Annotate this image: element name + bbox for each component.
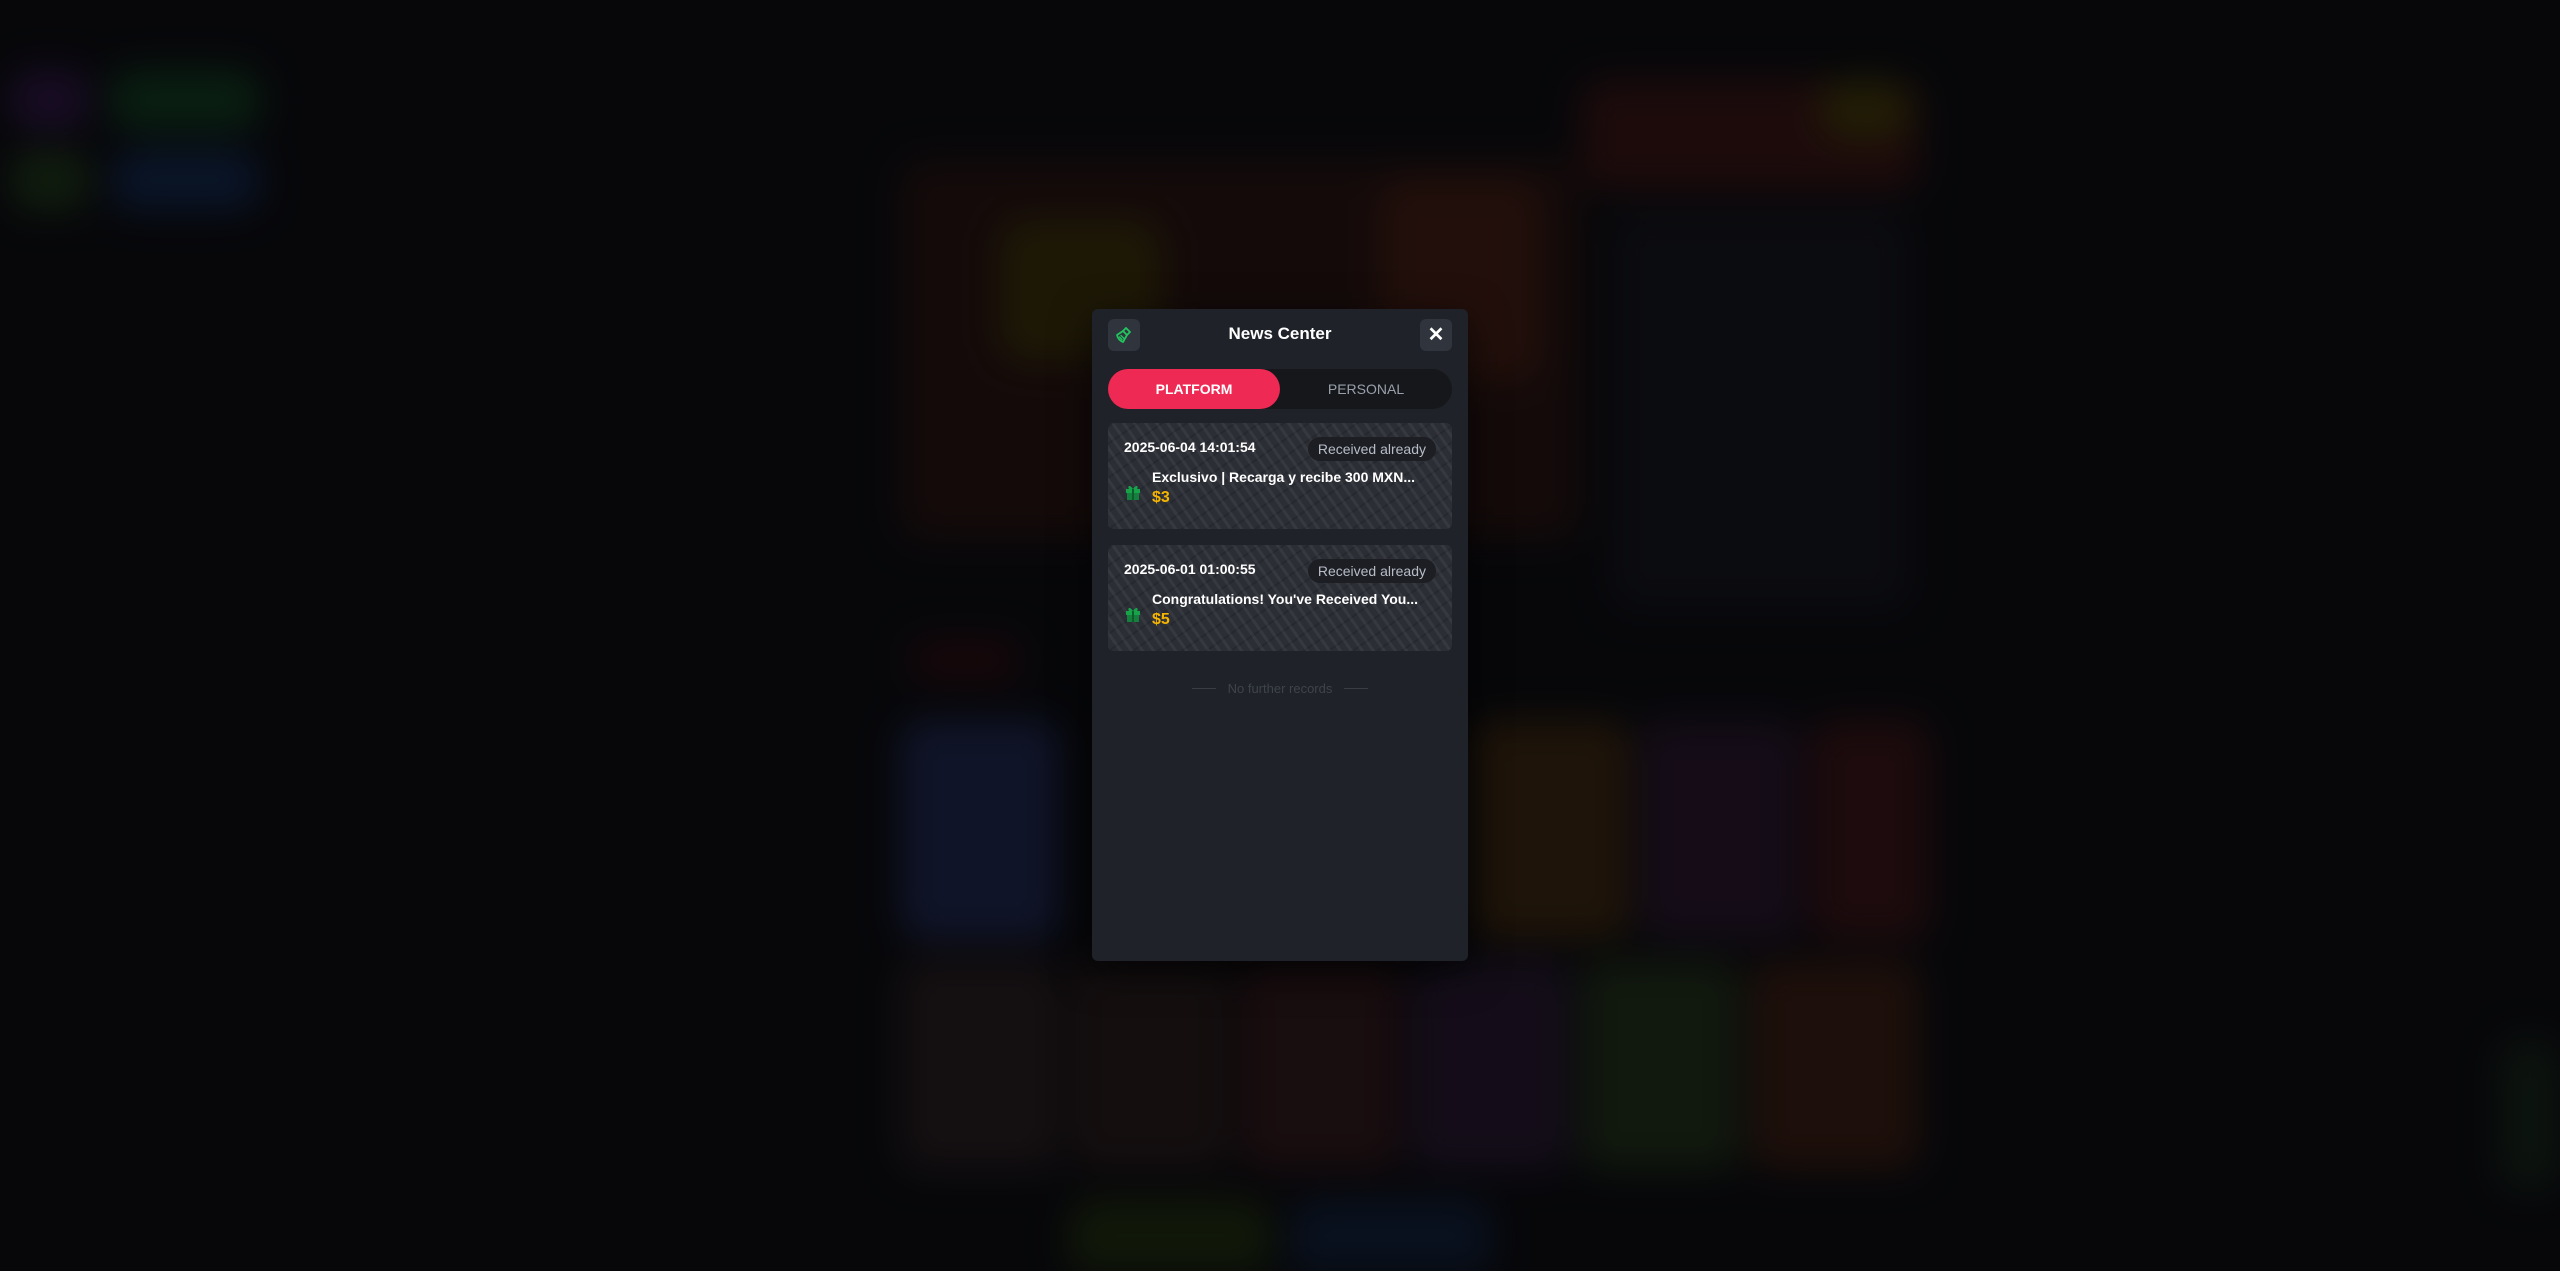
gift-icon [1126,607,1140,622]
close-button[interactable]: ✕ [1420,319,1452,351]
tab-personal[interactable]: PERSONAL [1280,369,1452,409]
news-tabs: PLATFORM PERSONAL [1108,369,1452,409]
message-title: Exclusivo | Recarga y recibe 300 MXN... [1152,469,1416,485]
message-amount: $3 [1152,489,1170,506]
news-center-modal: News Center ✕ PLATFORM PERSONAL 2025-06-… [1092,309,1468,961]
end-of-list-note: No further records [1092,681,1468,696]
divider [1191,688,1216,689]
message-amount: $5 [1152,611,1170,628]
divider [1344,688,1369,689]
message-time: 2025-06-01 01:00:55 [1124,561,1256,577]
close-icon: ✕ [1427,324,1445,346]
message-card[interactable]: 2025-06-04 14:01:54 Received already Exc… [1108,423,1452,529]
modal-header: News Center ✕ [1092,309,1468,359]
message-time: 2025-06-04 14:01:54 [1124,439,1256,455]
message-status-badge: Received already [1307,559,1436,583]
modal-title: News Center [1228,324,1332,343]
tab-platform[interactable]: PLATFORM [1108,369,1280,409]
message-card[interactable]: 2025-06-01 01:00:55 Received already Con… [1108,545,1452,651]
message-status-badge: Received already [1307,437,1436,461]
message-title: Congratulations! You've Received You... [1152,591,1419,607]
gift-icon [1126,485,1140,500]
end-note-text: No further records [1227,681,1333,696]
